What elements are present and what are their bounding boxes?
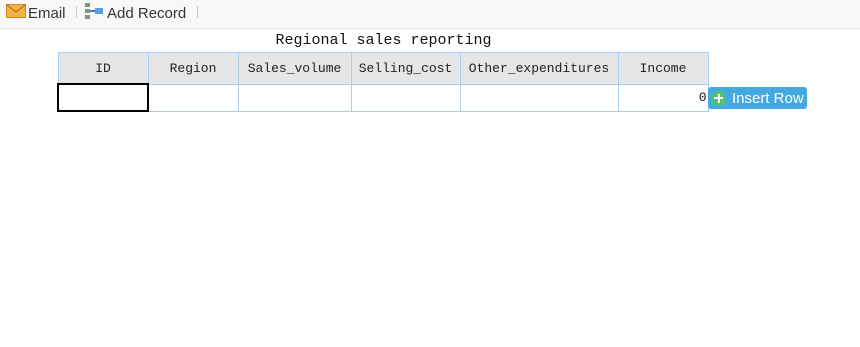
column-header-id[interactable]: ID [57, 52, 149, 85]
cell-region[interactable] [147, 83, 239, 112]
toolbar-divider [76, 6, 77, 18]
cell-other-expenditures[interactable] [459, 83, 619, 112]
insert-row-label: Insert Row [732, 89, 804, 107]
report-title: Regional sales reporting [275, 32, 492, 49]
column-header-selling-cost[interactable]: Selling_cost [350, 52, 461, 85]
toolbar: Email Add Record [0, 0, 860, 29]
column-header-sales-volume[interactable]: Sales_volume [237, 52, 352, 85]
cell-selling-cost[interactable] [350, 83, 461, 112]
add-record-label: Add Record [107, 4, 187, 22]
column-header-other-expenditures[interactable]: Other_expenditures [459, 52, 619, 85]
plus-circle-icon [711, 90, 726, 106]
report-table: ID Region Sales_volume Selling_cost Othe… [57, 52, 709, 112]
toolbar-divider [197, 6, 198, 18]
table-row: 0 [57, 83, 709, 112]
email-button[interactable]: Email [6, 3, 66, 23]
column-header-income[interactable]: Income [617, 52, 709, 85]
add-record-button[interactable]: Add Record [84, 2, 187, 25]
email-label: Email [28, 4, 66, 22]
cell-sales-volume[interactable] [237, 83, 352, 112]
table-header-row: ID Region Sales_volume Selling_cost Othe… [57, 52, 709, 85]
cell-id[interactable] [57, 83, 149, 112]
add-record-icon [84, 2, 104, 25]
column-header-region[interactable]: Region [147, 52, 239, 85]
insert-row-button[interactable]: Insert Row [708, 87, 807, 109]
cell-income[interactable]: 0 [617, 83, 709, 112]
envelope-icon [6, 3, 26, 23]
